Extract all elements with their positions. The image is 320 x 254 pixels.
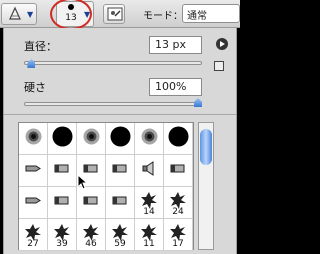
dropdown-arrow-icon: ▼ [27,10,34,19]
tool-preset-picker[interactable]: ▼ [1,3,37,25]
brush-size-label: 11 [143,239,155,249]
tool-options-bar: ▼ 13 ▼ モード： 通常 [0,0,240,30]
brush-preset-panel: 直径： 13 px 硬さ 100% 14 24 27 39 46 59 11 17 [3,28,237,254]
separator [4,114,236,115]
brush-preset-cell[interactable] [164,123,193,155]
flat-brush-icon [54,164,69,173]
brush-preset-cell[interactable]: 39 [48,219,77,251]
diameter-field[interactable]: 13 px [149,36,202,54]
mode-select[interactable]: 通常 [182,4,240,23]
brush-preset-cell[interactable] [48,155,77,187]
brush-preset-cell[interactable]: 24 [164,187,193,219]
brush-size-label: 39 [56,239,68,249]
brush-size-label: 14 [143,207,155,217]
flat-brush-icon [112,196,127,205]
flat-brush-icon [54,196,69,205]
hard-round-brush-icon [168,126,189,147]
brush-preset-cell[interactable]: 46 [77,219,106,251]
diameter-slider-track[interactable] [24,61,202,65]
flat-brush-icon [112,164,127,173]
speaker-brush-icon [142,161,154,176]
preset-scrollbar-thumb[interactable] [200,129,212,165]
diameter-label: 直径： [24,40,57,53]
brush-size-label: 46 [85,239,97,249]
brush-preset-cell[interactable] [164,155,193,187]
brush-preset-cell[interactable] [48,123,77,155]
hardness-slider-track[interactable] [24,102,202,106]
soft-round-brush-icon [83,128,100,145]
hardness-label: 硬さ [24,81,46,94]
brush-preset-cell[interactable] [77,187,106,219]
flat-brush-icon [83,196,98,205]
brush-preset-cell[interactable]: 59 [106,219,135,251]
hardness-field[interactable]: 100% [149,78,202,96]
brush-preset-cell[interactable] [106,155,135,187]
new-preset-button[interactable] [214,61,224,71]
brush-size-label: 24 [172,207,184,217]
marker-brush-icon [25,165,41,172]
brush-preset-cell[interactable] [106,187,135,219]
brush-preset-cell[interactable]: 17 [164,219,193,251]
brush-preset-cell[interactable] [106,123,135,155]
brush-panel-toggle-button[interactable] [103,4,125,24]
brush-preset-cell[interactable] [19,155,48,187]
hard-round-brush-icon [110,126,131,147]
brush-panel-icon [107,7,123,21]
brush-preset-cell[interactable]: 14 [135,187,164,219]
brush-preset-cell[interactable]: 27 [19,219,48,251]
brush-preset-cell[interactable] [19,123,48,155]
mode-label: モード： [143,11,183,22]
brush-preset-cell[interactable] [135,123,164,155]
brush-size-label: 17 [172,239,184,249]
brush-preset-cell[interactable] [135,155,164,187]
mouse-cursor-icon [77,174,89,190]
soft-round-brush-icon [141,128,158,145]
brush-preset-grid: 14 24 27 39 46 59 11 17 [18,122,194,251]
brush-preset-cell[interactable] [48,187,77,219]
brush-size-label: 27 [27,239,39,249]
brush-preset-cell[interactable] [77,123,106,155]
soft-round-brush-icon [25,128,42,145]
marker-brush-icon [25,197,41,204]
brush-tool-icon [9,6,21,20]
flat-brush-icon [170,164,185,173]
brush-preset-cell[interactable]: 11 [135,219,164,251]
panel-menu-button[interactable] [216,38,228,50]
hard-round-brush-icon [52,126,73,147]
hardness-slider-thumb[interactable] [194,98,202,107]
brush-preset-cell[interactable] [19,187,48,219]
brush-size-label: 59 [114,239,126,249]
